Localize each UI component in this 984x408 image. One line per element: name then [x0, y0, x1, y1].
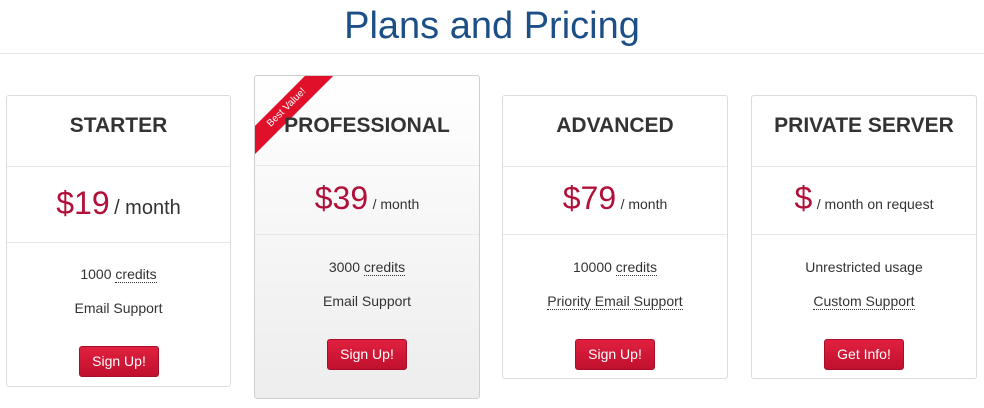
credits-amount: 1000 [80, 266, 112, 282]
price-amount: $ [794, 180, 813, 216]
plan-card-advanced: ADVANCED $79 / month 10000 credits Prior… [502, 95, 728, 379]
divider [7, 242, 230, 243]
plan-header: PROFESSIONAL [255, 114, 479, 138]
divider [503, 166, 727, 167]
credits-link[interactable]: credits [615, 259, 658, 276]
price-amount: $39 [314, 180, 369, 216]
feature-support: Email Support [323, 293, 411, 309]
feature-credits: 1000 credits [7, 266, 230, 283]
page-title: Plans and Pricing [344, 5, 640, 47]
plan-price: $19 / month [7, 185, 230, 222]
title-divider [0, 53, 984, 54]
divider [255, 234, 479, 235]
divider [752, 166, 976, 167]
plan-header: STARTER [7, 114, 230, 138]
plan-card-private-server: PRIVATE SERVER $ / month on request Unre… [751, 95, 977, 379]
credits-link[interactable]: credits [115, 266, 157, 283]
price-amount: $79 [562, 180, 617, 216]
price-period: / month on request [816, 196, 934, 212]
price-amount: $19 [56, 185, 110, 221]
plan-card-professional: Best Value! PROFESSIONAL $39 / month 300… [254, 75, 480, 399]
divider [503, 234, 727, 235]
divider [255, 165, 479, 166]
sign-up-button[interactable]: Sign Up! [79, 346, 159, 377]
feature-support: Email Support [74, 300, 163, 316]
divider [7, 166, 230, 167]
credits-amount: 10000 [572, 259, 612, 275]
plan-price: $ / month on request [752, 180, 976, 217]
feature-credits: 10000 credits [503, 259, 727, 276]
feature-support: Priority Email Support [503, 293, 727, 310]
price-period: / month [372, 196, 420, 212]
plan-header: PRIVATE SERVER [752, 114, 976, 138]
feature-usage: Unrestricted usage [805, 259, 923, 275]
plan-name: ADVANCED [556, 114, 674, 137]
plan-price: $39 / month [255, 180, 479, 217]
price-period: / month [620, 196, 668, 212]
feature-support: Custom Support [752, 293, 976, 310]
plan-name: PROFESSIONAL [284, 114, 450, 137]
price-period: / month [114, 197, 181, 219]
sign-up-button[interactable]: Sign Up! [327, 339, 407, 370]
sign-up-button[interactable]: Sign Up! [575, 339, 655, 370]
custom-support-link[interactable]: Custom Support [813, 293, 915, 310]
feature-credits: 3000 credits [255, 259, 479, 276]
priority-support-link[interactable]: Priority Email Support [547, 293, 683, 310]
get-info-button[interactable]: Get Info! [824, 339, 904, 370]
credits-link[interactable]: credits [363, 259, 406, 276]
plan-header: ADVANCED [503, 114, 727, 138]
credits-amount: 3000 [328, 259, 361, 275]
plan-card-starter: STARTER $19 / month 1000 credits Email S… [6, 95, 231, 387]
plan-name: STARTER [69, 114, 168, 137]
plan-name: PRIVATE SERVER [774, 114, 954, 137]
divider [752, 234, 976, 235]
plan-price: $79 / month [503, 180, 727, 217]
